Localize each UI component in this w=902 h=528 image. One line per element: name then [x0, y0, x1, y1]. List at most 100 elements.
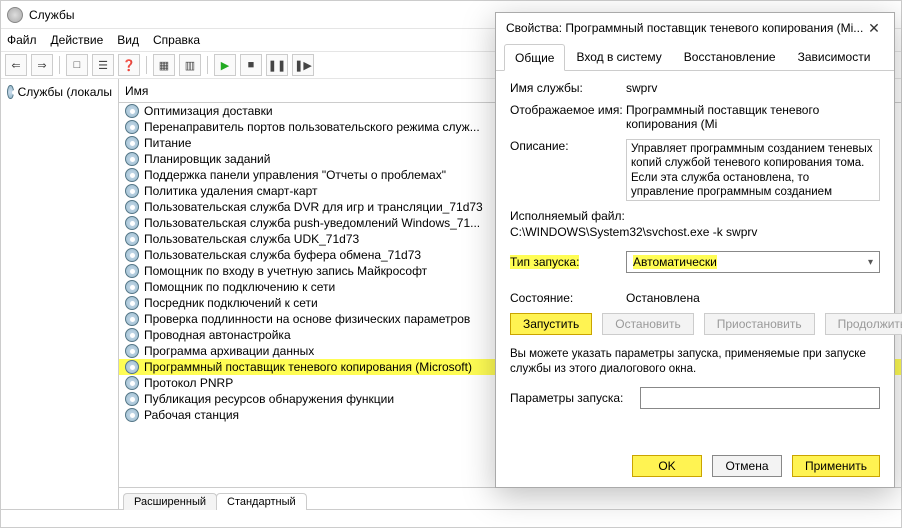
tab-standard[interactable]: Стандартный [216, 493, 307, 510]
refresh-button[interactable]: ☰ [92, 54, 114, 76]
service-name-label: Перенаправитель портов пользовательского… [144, 120, 480, 134]
service-name-label: Рабочая станция [144, 408, 239, 422]
pause-button[interactable]: ❚❚ [266, 54, 288, 76]
note-text: Вы можете указать параметры запуска, при… [510, 347, 880, 377]
value-exe-path: C:\WINDOWS\System32\svchost.exe -k swprv [510, 225, 880, 239]
tab-extended[interactable]: Расширенный [123, 493, 217, 510]
gear-icon [125, 312, 139, 326]
menu-file[interactable]: Файл [7, 33, 37, 47]
gear-icon [125, 136, 139, 150]
forward-button[interactable]: ⇒ [31, 54, 53, 76]
start-button[interactable]: Запустить [510, 313, 592, 335]
gear-icon [125, 360, 139, 374]
app-icon [7, 7, 23, 23]
tree-pane: Службы (локалы [1, 79, 119, 509]
gear-icon [125, 328, 139, 342]
gear-icon [125, 408, 139, 422]
label-state: Состояние: [510, 291, 626, 305]
service-name-label: Пользовательская служба DVR для игр и тр… [144, 200, 483, 214]
dialog-tabs: Общие Вход в систему Восстановление Зави… [496, 43, 894, 71]
service-properties-dialog: Свойства: Программный поставщик теневого… [495, 12, 895, 488]
dialog-titlebar: Свойства: Программный поставщик теневого… [496, 13, 894, 43]
gear-icon [125, 264, 139, 278]
value-display-name: Программный поставщик теневого копирован… [626, 103, 880, 131]
service-name-label: Пользовательская служба UDK_71d73 [144, 232, 359, 246]
gear-icon [125, 392, 139, 406]
service-name-label: Программный поставщик теневого копирован… [144, 360, 472, 374]
label-start-params: Параметры запуска: [510, 391, 640, 405]
bottom-tabs: Расширенный Стандартный [119, 487, 901, 509]
gear-icon [125, 376, 139, 390]
gear-icon [125, 248, 139, 262]
menu-action[interactable]: Действие [51, 33, 104, 47]
chevron-down-icon: ▾ [868, 257, 873, 268]
label-display-name: Отображаемое имя: [510, 103, 626, 131]
gear-icon [125, 120, 139, 134]
menu-view[interactable]: Вид [117, 33, 139, 47]
start-params-input[interactable] [640, 387, 880, 409]
view1-button[interactable]: ▦ [153, 54, 175, 76]
service-name-label: Программа архивации данных [144, 344, 314, 358]
service-name-label: Оптимизация доставки [144, 104, 273, 118]
service-name-label: Посредник подключений к сети [144, 296, 318, 310]
service-name-label: Планировщик заданий [144, 152, 270, 166]
startup-type-select[interactable]: Автоматически ▾ [626, 251, 880, 273]
gear-icon [7, 85, 14, 99]
close-icon[interactable]: ✕ [864, 20, 884, 37]
dialog-title: Свойства: Программный поставщик теневого… [506, 21, 864, 35]
tree-root-label: Службы (локалы [18, 85, 112, 99]
props-button[interactable]: □ [66, 54, 88, 76]
service-name-label: Протокол PNRP [144, 376, 233, 390]
export-button[interactable]: ❓ [118, 54, 140, 76]
service-name-label: Пользовательская служба push-уведомлений… [144, 216, 480, 230]
menu-help[interactable]: Справка [153, 33, 200, 47]
gear-icon [125, 296, 139, 310]
stop-button[interactable]: ■ [240, 54, 262, 76]
gear-icon [125, 232, 139, 246]
cancel-button[interactable]: Отмена [712, 455, 782, 477]
tab-general[interactable]: Общие [504, 44, 565, 71]
service-name-label: Поддержка панели управления "Отчеты о пр… [144, 168, 446, 182]
resume-button: Продолжить [825, 313, 902, 335]
label-startup-type: Тип запуска: [510, 255, 579, 269]
tree-root-services[interactable]: Службы (локалы [3, 83, 116, 101]
service-name-label: Помощник по подключению к сети [144, 280, 335, 294]
service-name-label: Пользовательская служба буфера обмена_71… [144, 248, 421, 262]
label-description: Описание: [510, 139, 626, 201]
ok-button[interactable]: OK [632, 455, 702, 477]
service-name-label: Политика удаления смарт-карт [144, 184, 318, 198]
service-name-label: Проводная автонастройка [144, 328, 291, 342]
value-state: Остановлена [626, 291, 880, 305]
gear-icon [125, 200, 139, 214]
back-button[interactable]: ⇐ [5, 54, 27, 76]
apply-button[interactable]: Применить [792, 455, 880, 477]
value-description: Управляет программным созданием теневых … [626, 139, 880, 201]
dialog-body: Имя службы: swprv Отображаемое имя: Прог… [496, 71, 894, 425]
label-service-name: Имя службы: [510, 81, 626, 95]
statusbar [1, 509, 901, 527]
play-button[interactable]: ▶ [214, 54, 236, 76]
gear-icon [125, 152, 139, 166]
startup-type-value: Автоматически [633, 255, 717, 269]
gear-icon [125, 168, 139, 182]
stop-button: Остановить [602, 313, 694, 335]
window-title: Службы [29, 8, 74, 22]
gear-icon [125, 104, 139, 118]
service-name-label: Питание [144, 136, 191, 150]
tab-recovery[interactable]: Восстановление [673, 43, 787, 70]
gear-icon [125, 344, 139, 358]
service-name-label: Публикация ресурсов обнаружения функции [144, 392, 394, 406]
dialog-footer: OK Отмена Применить [632, 455, 880, 477]
service-name-label: Проверка подлинности на основе физически… [144, 312, 470, 326]
view2-button[interactable]: ▥ [179, 54, 201, 76]
resume-button[interactable]: ❚▶ [292, 54, 314, 76]
gear-icon [125, 184, 139, 198]
pause-button: Приостановить [704, 313, 815, 335]
tab-logon[interactable]: Вход в систему [565, 43, 672, 70]
gear-icon [125, 280, 139, 294]
tab-dependencies[interactable]: Зависимости [787, 43, 882, 70]
value-service-name: swprv [626, 81, 880, 95]
service-name-label: Помощник по входу в учетную запись Майкр… [144, 264, 427, 278]
gear-icon [125, 216, 139, 230]
label-exe: Исполняемый файл: [510, 209, 880, 223]
